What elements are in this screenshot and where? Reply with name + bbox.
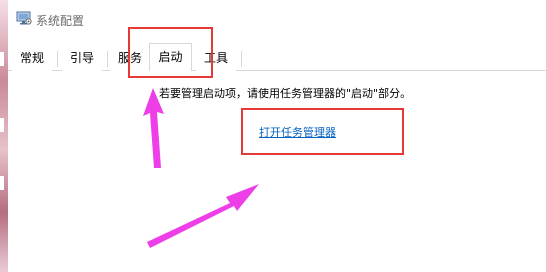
startup-info-text: 若要管理启动项，请使用任务管理器的"启动"部分。 <box>159 87 412 100</box>
window-title: 系统配置 <box>36 14 85 28</box>
tab-separator <box>241 51 242 67</box>
background-mark <box>0 52 4 66</box>
background-mark <box>0 176 4 190</box>
highlight-box-startup-tab <box>128 27 213 78</box>
tab-separator <box>107 51 108 67</box>
title-bar[interactable]: 系统配置 <box>8 0 546 40</box>
tab-separator <box>57 51 58 67</box>
highlight-box-task-manager-link <box>241 108 404 155</box>
tab-boot[interactable]: 引导 <box>62 47 102 71</box>
startup-panel <box>8 71 546 272</box>
background-mark <box>0 118 4 132</box>
tab-general[interactable]: 常规 <box>12 47 52 71</box>
background-strip <box>0 0 8 272</box>
settings-window-icon <box>16 11 32 25</box>
tab-bar: 常规 引导 服务 启动 工具 <box>8 43 546 72</box>
